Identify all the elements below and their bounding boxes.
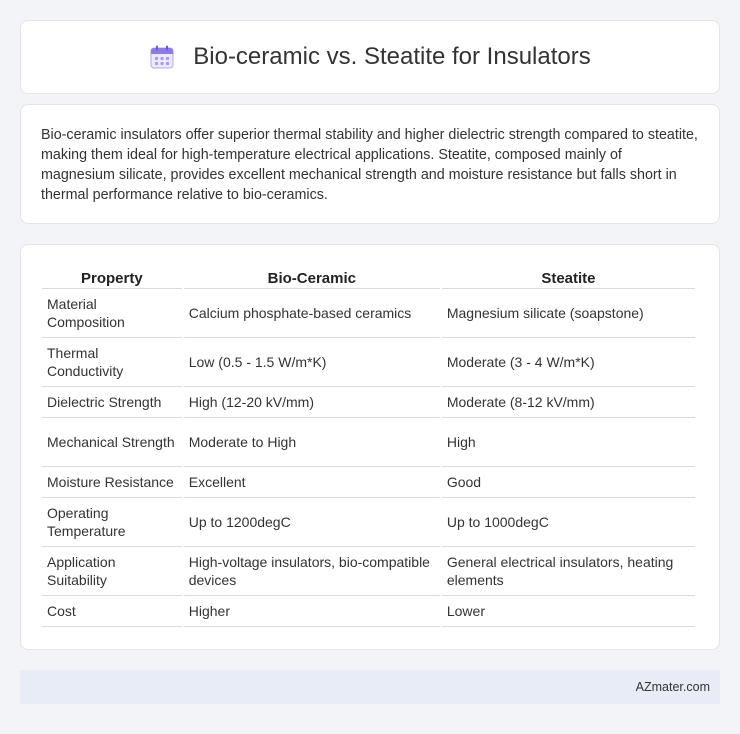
steatite-cell: High <box>441 418 695 467</box>
summary-text: Bio-ceramic insulators offer superior th… <box>41 127 698 203</box>
bio-ceramic-cell: Higher <box>183 596 440 627</box>
table-row: Operating Temperature Up to 1200degC Up … <box>42 498 695 547</box>
property-cell: Dielectric Strength <box>42 387 182 418</box>
comparison-table: Property Bio-Ceramic Steatite Material C… <box>40 263 697 627</box>
bio-ceramic-cell: Calcium phosphate-based ceramics <box>183 289 440 338</box>
column-header-bio-ceramic: Bio-Ceramic <box>183 263 440 289</box>
table-row: Application Suitability High-voltage ins… <box>42 547 695 596</box>
table-card: Property Bio-Ceramic Steatite Material C… <box>20 244 720 650</box>
table-row: Mechanical Strength Moderate to High Hig… <box>42 418 695 467</box>
steatite-cell: General electrical insulators, heating e… <box>441 547 695 596</box>
property-cell: Thermal Conductivity <box>42 338 182 387</box>
bio-ceramic-cell: High-voltage insulators, bio-compatible … <box>183 547 440 596</box>
bio-ceramic-cell: Up to 1200degC <box>183 498 440 547</box>
bio-ceramic-cell: High (12-20 kV/mm) <box>183 387 440 418</box>
calendar-icon <box>149 44 175 70</box>
summary-card: Bio-ceramic insulators offer superior th… <box>20 104 720 224</box>
steatite-cell: Moderate (3 - 4 W/m*K) <box>441 338 695 387</box>
title-card: Bio-ceramic vs. Steatite for Insulators <box>20 20 720 94</box>
page-title: Bio-ceramic vs. Steatite for Insulators <box>193 43 591 70</box>
footer: AZmater.com <box>20 670 720 704</box>
column-header-steatite: Steatite <box>441 263 695 289</box>
column-header-property: Property <box>42 263 182 289</box>
property-cell: Moisture Resistance <box>42 467 182 498</box>
property-cell: Mechanical Strength <box>42 418 182 467</box>
steatite-cell: Moderate (8-12 kV/mm) <box>441 387 695 418</box>
property-cell: Operating Temperature <box>42 498 182 547</box>
table-row: Moisture Resistance Excellent Good <box>42 467 695 498</box>
table-row: Dielectric Strength High (12-20 kV/mm) M… <box>42 387 695 418</box>
steatite-cell: Good <box>441 467 695 498</box>
footer-site-name: AZmater.com <box>635 680 710 694</box>
property-cell: Cost <box>42 596 182 627</box>
bio-ceramic-cell: Moderate to High <box>183 418 440 467</box>
steatite-cell: Up to 1000degC <box>441 498 695 547</box>
table-row: Thermal Conductivity Low (0.5 - 1.5 W/m*… <box>42 338 695 387</box>
bio-ceramic-cell: Excellent <box>183 467 440 498</box>
property-cell: Material Composition <box>42 289 182 338</box>
table-row: Material Composition Calcium phosphate-b… <box>42 289 695 338</box>
steatite-cell: Lower <box>441 596 695 627</box>
table-header-row: Property Bio-Ceramic Steatite <box>42 263 695 289</box>
title-wrap: Bio-ceramic vs. Steatite for Insulators <box>149 43 591 71</box>
table-row: Cost Higher Lower <box>42 596 695 627</box>
steatite-cell: Magnesium silicate (soapstone) <box>441 289 695 338</box>
property-cell: Application Suitability <box>42 547 182 596</box>
bio-ceramic-cell: Low (0.5 - 1.5 W/m*K) <box>183 338 440 387</box>
